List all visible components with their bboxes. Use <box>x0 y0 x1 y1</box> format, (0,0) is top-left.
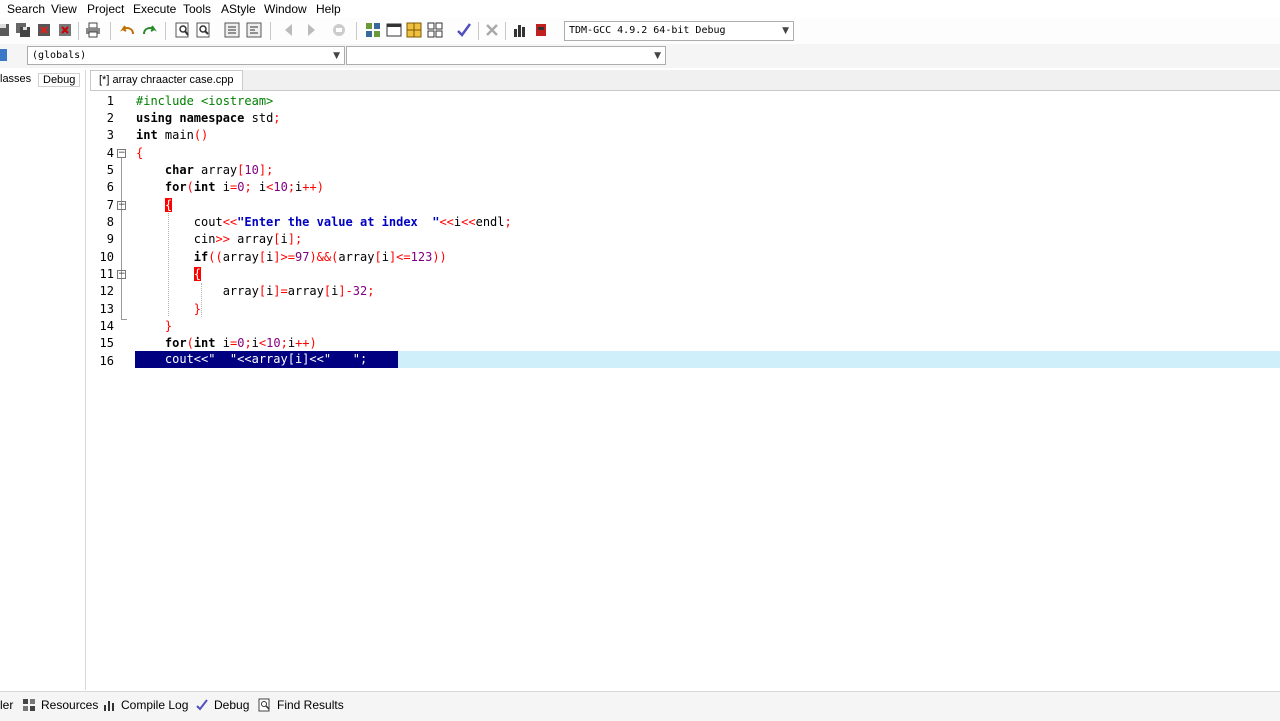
replace-icon[interactable] <box>195 21 213 39</box>
line-number: 11 <box>99 267 114 281</box>
compiler-select[interactable]: TDM-GCC 4.9.2 64-bit Debug ▼ <box>564 21 794 41</box>
tab-classes[interactable]: lasses <box>0 73 31 85</box>
code-line-4: { <box>136 146 144 160</box>
tile-icon[interactable] <box>426 21 444 39</box>
line-number: 12 <box>99 284 114 298</box>
save-all-icon[interactable] <box>14 21 32 39</box>
menu-tools[interactable]: Tools <box>183 2 211 16</box>
line-number: 5 <box>106 163 114 177</box>
menu-bar: Search View Project Execute Tools AStyle… <box>0 0 1280 18</box>
code-line-9: cin>> array[i]; <box>136 232 303 246</box>
line-number: 10 <box>99 250 114 264</box>
tab-debug-output[interactable]: Debug <box>195 698 249 712</box>
line-number: 3 <box>106 128 114 142</box>
code-line-3: int main() <box>136 128 209 142</box>
code-line-7: { <box>164 198 173 212</box>
code-line-12: array[i]=array[i]-32; <box>136 284 375 298</box>
find-results-icon <box>258 698 270 712</box>
fold-toggle[interactable]: − <box>117 149 126 158</box>
bookmark-icon[interactable] <box>330 21 348 39</box>
class-browser-icon[interactable] <box>405 21 423 39</box>
menu-search[interactable]: Search <box>7 2 45 16</box>
menu-view[interactable]: View <box>51 2 77 16</box>
code-line-11: { <box>193 267 202 281</box>
line-number: 15 <box>99 336 114 350</box>
code-editor[interactable]: 1 2 3 4 5 6 7 8 9 10 11 12 13 14 15 16 −… <box>91 91 1280 689</box>
menu-window[interactable]: Window <box>264 2 307 16</box>
new-project-icon[interactable] <box>364 21 382 39</box>
code-line-10: if((array[i]>=97)&&(array[i]<=123)) <box>193 250 447 264</box>
indent-icon[interactable] <box>223 21 241 39</box>
code-line-2: using namespace std; <box>136 111 281 125</box>
code-line-6: for(int i=0; i<10;i++) <box>164 180 324 194</box>
line-number: 2 <box>106 111 114 125</box>
code-line-8: cout<<"Enter the value at index "<<i<<en… <box>136 215 512 229</box>
go-forward-icon[interactable] <box>302 21 320 39</box>
line-number: 16 <box>99 354 114 368</box>
fold-toggle[interactable]: − <box>117 270 126 279</box>
code-line-14: } <box>164 319 173 333</box>
project-panel: lasses Debug <box>0 70 86 690</box>
find-icon[interactable] <box>174 21 192 39</box>
stop-execution-icon[interactable] <box>483 21 501 39</box>
tab-resources[interactable]: Resources <box>22 698 98 712</box>
save-icon[interactable] <box>0 21 12 39</box>
file-tab[interactable]: [*] array chraacter case.cpp <box>90 70 243 90</box>
debug-icon[interactable] <box>532 21 550 39</box>
menu-astyle[interactable]: AStyle <box>221 2 256 16</box>
editor-tabs: [*] array chraacter case.cpp <box>90 70 1280 91</box>
compile-log-icon <box>104 701 114 711</box>
line-number: 14 <box>99 319 114 333</box>
gutter: 1 2 3 4 5 6 7 8 9 10 11 12 13 14 15 16 −… <box>91 91 135 689</box>
fold-guide <box>121 158 122 320</box>
chevron-down-icon: ▼ <box>333 51 340 61</box>
resources-icon <box>23 699 35 711</box>
menu-help[interactable]: Help <box>316 2 341 16</box>
line-number: 13 <box>99 302 114 316</box>
goto-icon[interactable] <box>0 48 8 62</box>
menu-execute[interactable]: Execute <box>133 2 176 16</box>
undo-icon[interactable] <box>119 21 137 39</box>
line-number: 7 <box>106 198 114 212</box>
line-number: 4 <box>106 146 114 160</box>
tab-compile-log[interactable]: Compile Log <box>102 698 188 712</box>
bottom-panel-tabs: ler Resources Compile Log Debug Find Res… <box>0 691 1280 721</box>
code-line-16: cout<<" "<<array[i]<<" "; <box>136 352 368 366</box>
close-file-icon[interactable] <box>35 21 53 39</box>
class-toolbar: (globals) ▼ ▼ <box>0 44 1280 68</box>
unindent-icon[interactable] <box>245 21 263 39</box>
tab-find-results[interactable]: Find Results <box>258 698 344 712</box>
code-line-1: #include <iostream> <box>136 94 274 108</box>
main-toolbar: TDM-GCC 4.9.2 64-bit Debug ▼ <box>0 18 1280 44</box>
chevron-down-icon: ▼ <box>782 26 789 36</box>
menu-project[interactable]: Project <box>87 2 124 16</box>
code-line-13: } <box>193 302 202 316</box>
close-all-icon[interactable] <box>56 21 74 39</box>
scope-select[interactable]: (globals) ▼ <box>27 46 345 65</box>
debug-check-icon <box>196 699 208 711</box>
chevron-down-icon: ▼ <box>654 51 661 61</box>
line-number: 1 <box>106 94 114 108</box>
line-number: 6 <box>106 180 114 194</box>
code-line-15: for(int i=0;i<10;i++) <box>164 336 317 350</box>
window-icon[interactable] <box>385 21 403 39</box>
redo-icon[interactable] <box>140 21 158 39</box>
profile-icon[interactable] <box>511 21 529 39</box>
go-back-icon[interactable] <box>280 21 298 39</box>
check-syntax-icon[interactable] <box>455 21 473 39</box>
code-line-5: char array[10]; <box>164 163 274 177</box>
tab-debug[interactable]: Debug <box>38 73 81 87</box>
member-select[interactable]: ▼ <box>346 46 666 65</box>
tab-compiler[interactable]: ler <box>0 698 13 712</box>
line-number: 9 <box>106 232 114 246</box>
print-icon[interactable] <box>84 21 102 39</box>
line-number: 8 <box>106 215 114 229</box>
fold-toggle[interactable]: − <box>117 201 126 210</box>
